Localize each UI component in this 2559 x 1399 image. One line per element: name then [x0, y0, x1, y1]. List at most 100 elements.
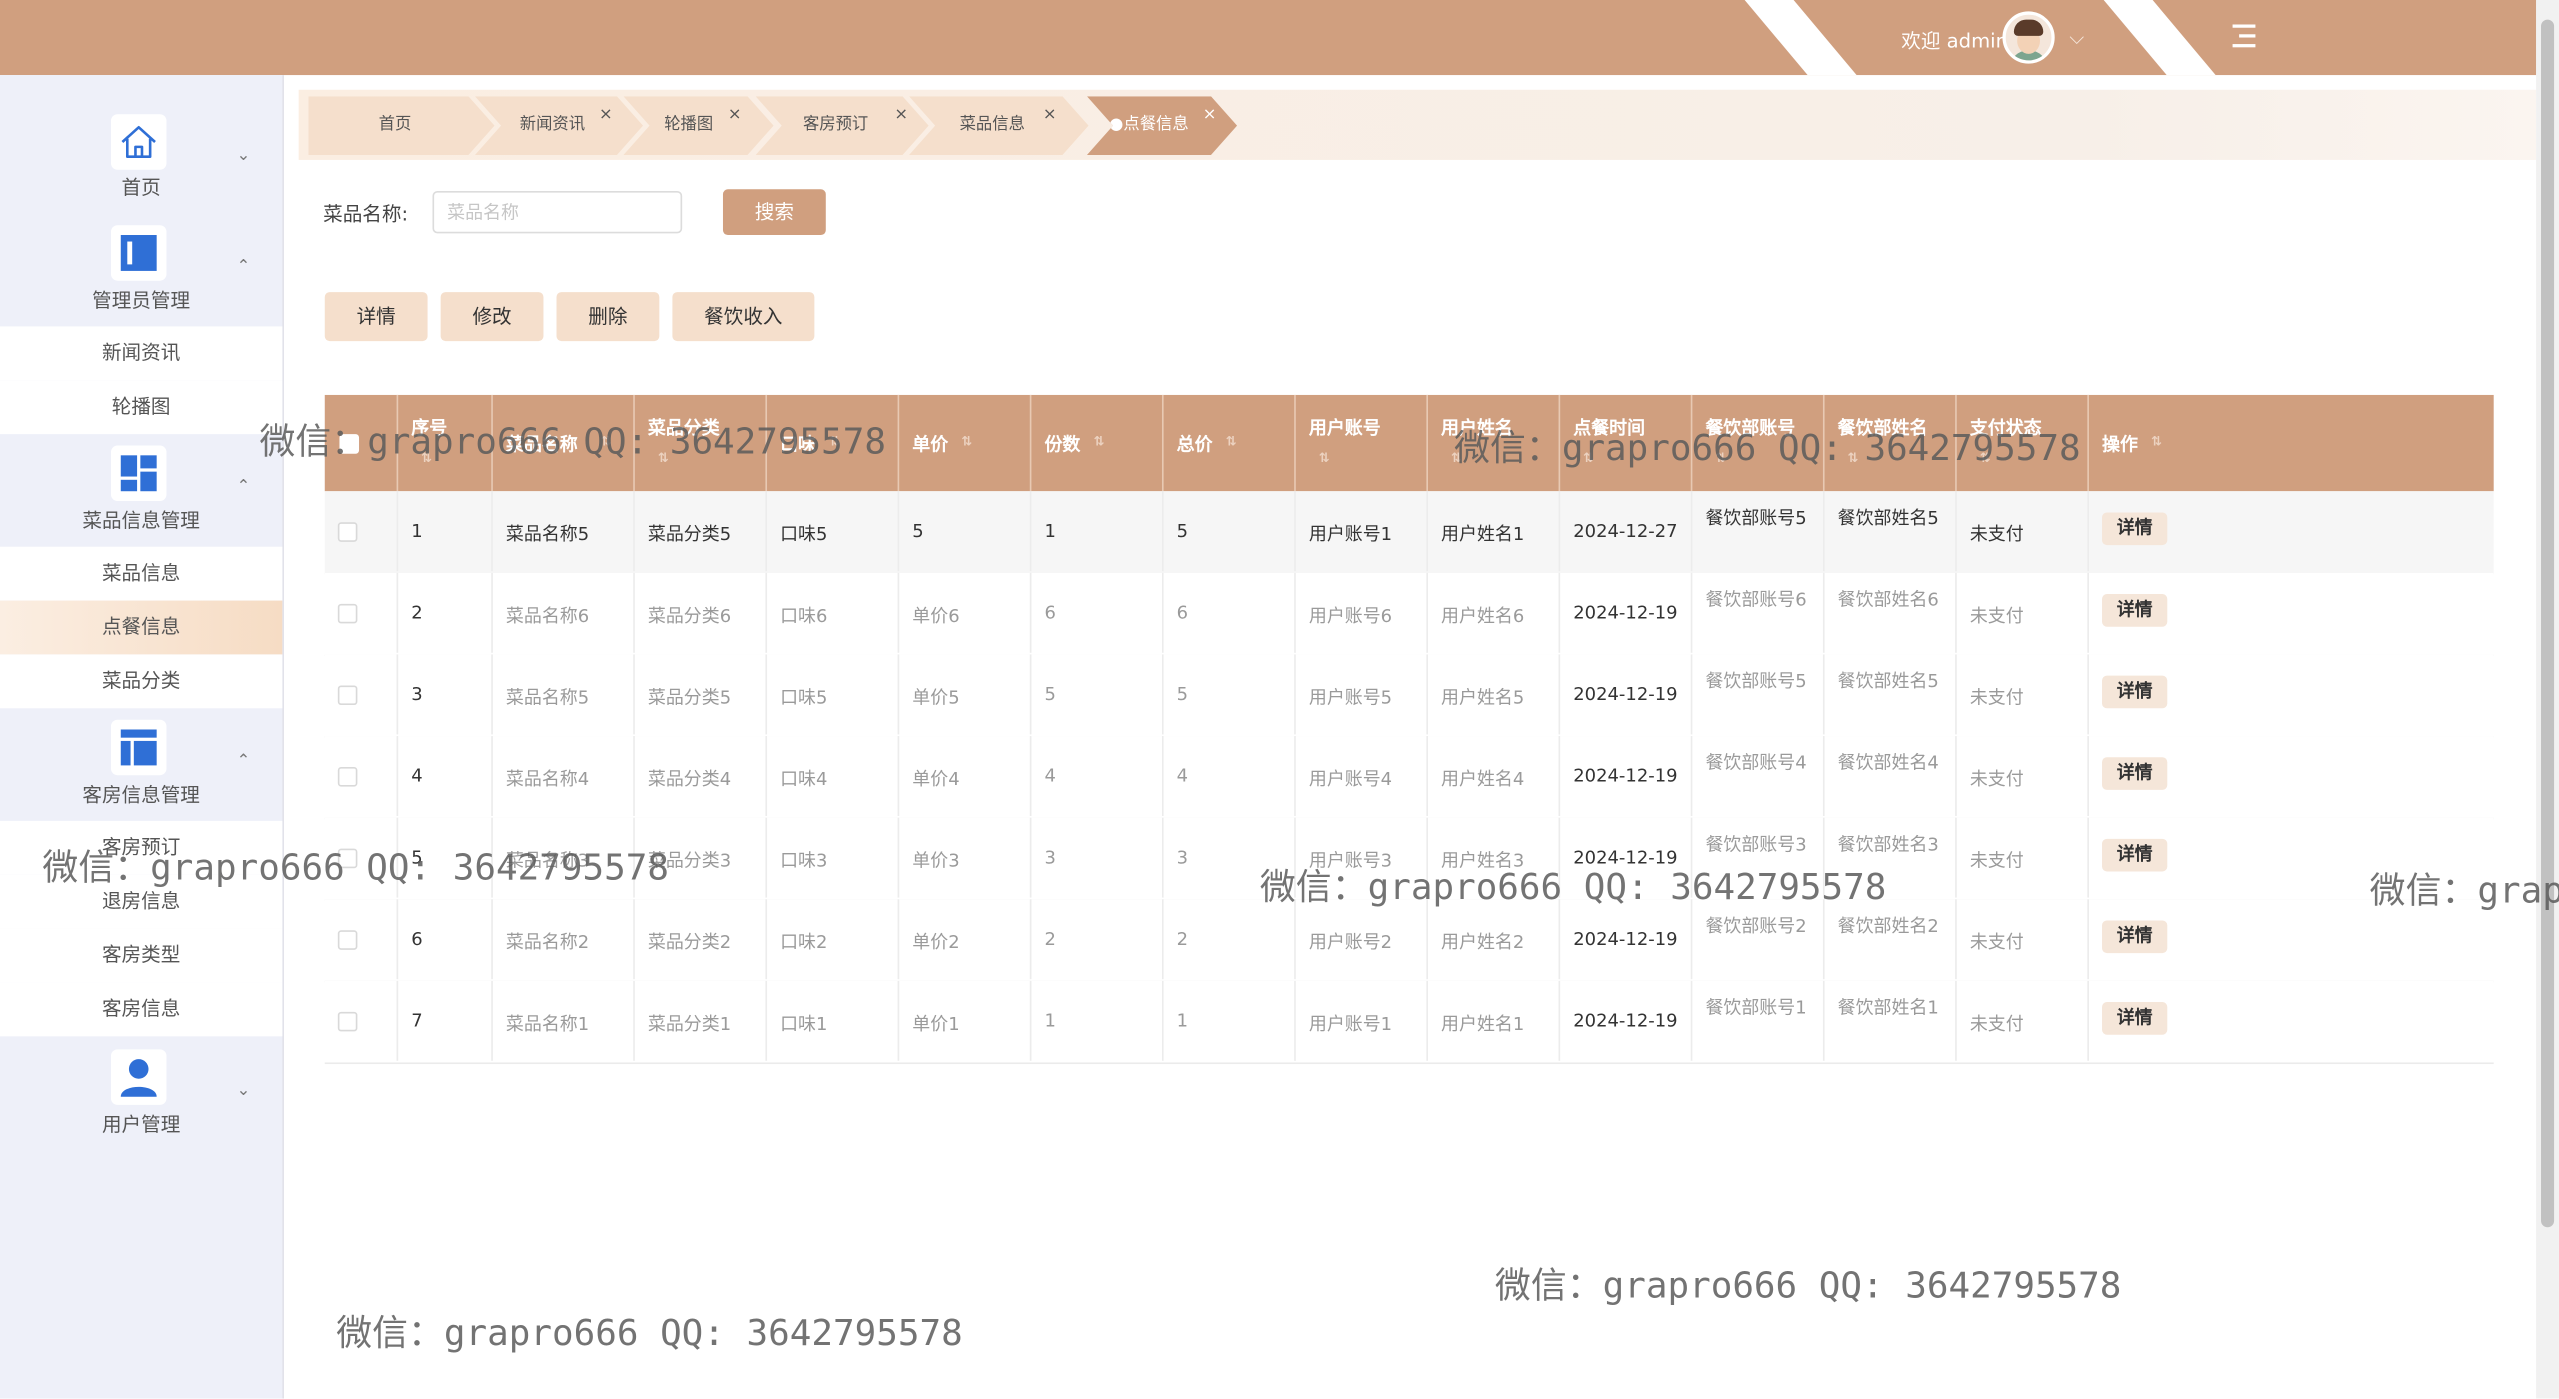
row-checkbox[interactable]	[337, 767, 358, 787]
cell-value: 口味2	[780, 931, 828, 954]
table-row[interactable]: 4 菜品名称4 菜品分类4 口味4 单价4 4 4 用户账号4 用户姓名4 2024-12-19 餐…	[324, 736, 2494, 820]
delete-button[interactable]: 删除	[556, 292, 660, 342]
sort-icon[interactable]: ⇅	[1093, 434, 1104, 449]
tab-dish-info[interactable]: 菜品信息 ×	[909, 96, 1089, 155]
sidebar-item-dish-category[interactable]: 菜品分类	[0, 654, 283, 709]
sidebar-group-home[interactable]: 首页 ⌄	[0, 114, 282, 212]
sidebar-group-dishes[interactable]: 菜品信息管理 ⌃	[0, 445, 282, 544]
cell-value: 6	[1176, 602, 1189, 624]
tab-home[interactable]: 首页	[308, 96, 494, 155]
row-detail-button[interactable]: 详情	[2102, 920, 2168, 954]
sidebar-item-carousel[interactable]: 轮播图	[0, 380, 283, 435]
row-detail-button[interactable]: 详情	[2102, 594, 2168, 627]
header-cell[interactable]: 餐饮部姓名 ⇅	[1825, 394, 1957, 492]
user-menu-chevron-icon[interactable]: ⌵	[2069, 26, 2084, 50]
header-cell[interactable]: 用户账号 ⇅	[1296, 394, 1428, 492]
detail-button[interactable]: 详情	[324, 292, 428, 342]
row-checkbox[interactable]	[337, 930, 358, 950]
cell-order-time: 2024-12-27	[1560, 491, 1693, 572]
row-detail-button[interactable]: 详情	[2102, 675, 2168, 709]
sidebar-item-room-type[interactable]: 客房类型	[0, 928, 283, 983]
close-icon[interactable]: ×	[1203, 86, 1217, 145]
cell-user-name: 用户姓名2	[1428, 899, 1561, 980]
header-cell[interactable]: 支付状态 ⇅	[1957, 394, 2089, 492]
sort-icon[interactable]: ⇅	[829, 434, 840, 449]
table-row[interactable]: 7 菜品名称1 菜品分类1 口味1 单价1 1 1 用户账号1 用户姓名1 2024-12-19 餐…	[324, 980, 2494, 1065]
table-row[interactable]: 3 菜品名称5 菜品分类5 口味5 单价5 5 5 用户账号5 用户姓名5 2024-12-19 餐…	[324, 654, 2494, 738]
sidebar-group-rooms[interactable]: 客房信息管理 ⌃	[0, 719, 282, 818]
close-icon[interactable]: ×	[599, 86, 613, 145]
sidebar-item-news[interactable]: 新闻资讯	[0, 326, 283, 381]
row-detail-button[interactable]: 详情	[2102, 1002, 2168, 1035]
sidebar-item-dish-info[interactable]: 菜品信息	[0, 546, 283, 601]
close-icon[interactable]: ×	[1043, 86, 1057, 145]
tab-bar: 首页 新闻资讯 × 轮播图 × 客房预订 × 菜品信息 × ●点餐信息 ×	[298, 89, 2537, 160]
menu-toggle-icon[interactable]	[2229, 20, 2262, 53]
sort-icon[interactable]: ⇅	[1319, 450, 1330, 465]
table-row[interactable]: 2 菜品名称6 菜品分类6 口味6 单价6 6 6 用户账号6 用户姓名6 2024-12-19 餐…	[324, 572, 2494, 657]
cell-index: 2	[398, 572, 493, 653]
sort-icon[interactable]: ⇅	[1451, 450, 1462, 465]
cell-value: 1	[1044, 520, 1056, 542]
tab-order-info[interactable]: ●点餐信息 ×	[1087, 96, 1237, 155]
page-scrollbar[interactable]	[2536, 0, 2559, 1399]
close-icon[interactable]: ×	[894, 86, 908, 145]
select-all-checkbox[interactable]	[339, 434, 360, 454]
table-row[interactable]: 1 菜品名称5 菜品分类5 口味5 5 1 5 用户账号1 用户姓名1 2024-12-27 餐饮部…	[324, 491, 2494, 575]
row-checkbox[interactable]	[337, 603, 358, 624]
header-cell[interactable]: 用户姓名 ⇅	[1428, 394, 1561, 492]
row-detail-button[interactable]: 详情	[2102, 512, 2168, 546]
sort-icon[interactable]: ⇅	[1226, 434, 1237, 449]
sort-icon[interactable]: ⇅	[601, 434, 612, 449]
header-cell[interactable]: 菜品名称 ⇅	[493, 394, 635, 492]
dish-name-search-input[interactable]	[432, 190, 683, 234]
sort-icon[interactable]: ⇅	[961, 434, 972, 449]
cell-dish-category: 菜品分类1	[635, 980, 768, 1061]
row-checkbox[interactable]	[337, 1011, 358, 1032]
row-checkbox[interactable]	[337, 848, 358, 869]
cell-value: 菜品分类4	[647, 768, 732, 790]
watermark-text: 微信：grapro666 QQ: 3642795578	[1494, 1266, 2122, 1308]
sidebar-item-order-info[interactable]: 点餐信息	[0, 600, 283, 655]
row-detail-button[interactable]: 详情	[2102, 838, 2168, 872]
header-cell[interactable]: 操作 ⇅	[2089, 395, 2494, 491]
sort-icon[interactable]: ⇅	[1847, 450, 1858, 465]
cell-total-price: 3	[1164, 817, 1296, 898]
header-cell[interactable]: 菜品分类 ⇅	[635, 394, 768, 492]
sidebar-item-room-info[interactable]: 客房信息	[0, 982, 283, 1037]
close-icon[interactable]: ×	[728, 86, 742, 145]
sort-icon[interactable]: ⇅	[1583, 450, 1594, 465]
sort-icon[interactable]: ⇅	[658, 450, 669, 465]
sort-icon[interactable]: ⇅	[2151, 434, 2162, 449]
search-button[interactable]: 搜索	[722, 189, 826, 236]
header-cell[interactable]: 序号 ⇅	[398, 394, 493, 492]
table-row[interactable]: 6 菜品名称2 菜品分类2 口味2 单价2 2 2 用户账号2 用户姓名2 2024-12-19 餐…	[324, 899, 2494, 983]
user-avatar[interactable]	[2002, 11, 2055, 64]
sidebar-item-checkout[interactable]: 退房信息	[0, 874, 283, 929]
sidebar-item-room-booking[interactable]: 客房预订	[0, 820, 283, 875]
catering-income-button[interactable]: 餐饮收入	[672, 292, 815, 342]
sort-icon[interactable]: ⇅	[1980, 450, 1991, 465]
table-row[interactable]: 5 菜品名称3 菜品分类3 口味3 单价3 3 3 用户账号3 用户姓名3 2024-12-19 餐…	[324, 817, 2494, 901]
tab-news[interactable]: 新闻资讯 ×	[475, 96, 643, 155]
cell-catering-name: 餐饮部姓名1	[1825, 980, 1957, 1061]
header-cell[interactable]: 份数 ⇅	[1031, 394, 1164, 492]
scrollbar-thumb[interactable]	[2541, 19, 2555, 1228]
header-select-all[interactable]	[325, 394, 399, 492]
sidebar-group-users[interactable]: 用户管理 ⌄	[0, 1049, 282, 1147]
tab-room-booking[interactable]: 客房预订 ×	[756, 96, 929, 155]
edit-button[interactable]: 修改	[440, 292, 544, 342]
sort-icon[interactable]: ⇅	[421, 450, 432, 465]
row-checkbox[interactable]	[337, 685, 358, 706]
header-cell[interactable]: 餐饮部账号 ⇅	[1692, 394, 1825, 492]
tab-carousel[interactable]: 轮播图 ×	[623, 96, 773, 155]
header-cell[interactable]: 单价 ⇅	[899, 394, 1032, 492]
row-detail-button[interactable]: 详情	[2102, 757, 2168, 790]
cell-catering-account: 餐饮部账号3	[1692, 817, 1825, 898]
row-checkbox[interactable]	[337, 522, 358, 542]
header-cell[interactable]: 点餐时间 ⇅	[1560, 394, 1693, 492]
sort-icon[interactable]: ⇅	[1715, 450, 1726, 465]
header-cell[interactable]: 口味 ⇅	[767, 394, 900, 492]
sidebar-group-admin[interactable]: 管理员管理 ⌃	[0, 225, 282, 323]
header-cell[interactable]: 总价 ⇅	[1164, 394, 1296, 492]
